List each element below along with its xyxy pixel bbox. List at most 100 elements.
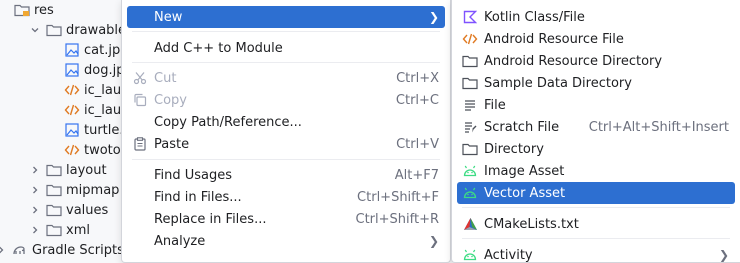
context-menu: New ❯ Add C++ to Module Cut Ctrl+X Copy … bbox=[121, 0, 451, 263]
image-file-icon bbox=[64, 62, 80, 78]
submenu-item-kotlin-class-file[interactable]: Kotlin Class/File bbox=[457, 6, 735, 28]
menu-separator bbox=[132, 31, 440, 32]
menu-item-new[interactable]: New ❯ bbox=[127, 6, 445, 28]
tree-item-cat[interactable]: cat.jpg bbox=[64, 40, 128, 60]
tree-item-dog[interactable]: dog.jpg bbox=[64, 60, 128, 80]
chevron-right-icon: ❯ bbox=[718, 248, 729, 262]
menu-item-label: Analyze bbox=[154, 233, 206, 249]
submenu-item-scratch-file[interactable]: Scratch File Ctrl+Alt+Shift+Insert bbox=[457, 116, 735, 138]
menu-item-find-usages[interactable]: Find Usages Alt+F7 bbox=[127, 164, 445, 186]
folder-res-icon bbox=[14, 2, 30, 18]
tree-item-ic-launcher-1[interactable]: ic_laun bbox=[64, 80, 128, 100]
folder-icon bbox=[46, 222, 62, 238]
chevron-right-icon[interactable] bbox=[28, 203, 42, 217]
submenu-item-label: Kotlin Class/File bbox=[484, 9, 585, 25]
submenu-item-sample-data-directory[interactable]: Sample Data Directory bbox=[457, 72, 735, 94]
submenu-item-directory[interactable]: Directory bbox=[457, 138, 735, 160]
clipboard-icon bbox=[132, 136, 148, 152]
menu-item-label: Add C++ to Module bbox=[154, 40, 283, 56]
menu-item-label: Cut bbox=[154, 70, 177, 86]
gradle-icon bbox=[12, 242, 28, 258]
shortcut-label: Ctrl+C bbox=[395, 92, 439, 108]
new-submenu: Kotlin Class/File Android Resource File … bbox=[451, 0, 740, 263]
submenu-item-label: Image Asset bbox=[484, 163, 565, 179]
shortcut-label: Ctrl+Shift+F bbox=[357, 189, 439, 205]
submenu-item-label: Sample Data Directory bbox=[484, 75, 632, 91]
submenu-item-label: Android Resource Directory bbox=[484, 53, 663, 69]
folder-icon bbox=[46, 182, 62, 198]
tree-item-label: values bbox=[66, 202, 109, 218]
shortcut-label: Alt+F7 bbox=[394, 167, 439, 183]
chevron-right-icon: ❯ bbox=[428, 234, 439, 248]
tree-item-mipmap[interactable]: mipmap bbox=[28, 180, 119, 200]
submenu-item-label: Scratch File bbox=[484, 119, 560, 135]
tree-item-xml[interactable]: xml bbox=[28, 220, 90, 240]
menu-item-copy[interactable]: Copy Ctrl+C bbox=[127, 89, 445, 111]
xml-resource-icon bbox=[462, 31, 478, 47]
image-file-icon bbox=[64, 122, 80, 138]
folder-icon bbox=[46, 22, 62, 38]
tree-item-values[interactable]: values bbox=[28, 200, 108, 220]
menu-item-replace-in-files[interactable]: Replace in Files... Ctrl+Shift+R bbox=[127, 208, 445, 230]
kotlin-icon bbox=[462, 9, 478, 25]
submenu-item-file[interactable]: File bbox=[457, 94, 735, 116]
scissors-icon bbox=[132, 70, 148, 86]
file-lines-icon bbox=[462, 97, 478, 113]
android-icon bbox=[462, 185, 478, 201]
xml-file-icon bbox=[64, 102, 80, 118]
submenu-item-activity[interactable]: Activity ❯ bbox=[457, 244, 735, 263]
menu-item-cut[interactable]: Cut Ctrl+X bbox=[127, 67, 445, 89]
tree-item-label: mipmap bbox=[66, 182, 120, 198]
menu-separator bbox=[462, 207, 730, 208]
menu-item-label: New bbox=[154, 9, 183, 25]
tree-item-label: Gradle Scripts bbox=[32, 242, 124, 258]
submenu-item-label: Directory bbox=[484, 141, 544, 157]
scratch-file-icon bbox=[462, 119, 478, 135]
tree-item-ic-launcher-2[interactable]: ic_laun bbox=[64, 100, 128, 120]
tree-item-drawable[interactable]: drawable bbox=[28, 20, 126, 40]
menu-item-analyze[interactable]: Analyze ❯ bbox=[127, 230, 445, 252]
xml-file-icon bbox=[64, 142, 80, 158]
menu-item-paste[interactable]: Paste Ctrl+V bbox=[127, 133, 445, 155]
image-file-icon bbox=[64, 42, 80, 58]
tree-item-label: res bbox=[34, 2, 54, 18]
submenu-item-cmakelists[interactable]: CMakeLists.txt bbox=[457, 213, 735, 235]
android-icon bbox=[462, 247, 478, 263]
chevron-right-icon[interactable] bbox=[28, 223, 42, 237]
menu-item-find-in-files[interactable]: Find in Files... Ctrl+Shift+F bbox=[127, 186, 445, 208]
tree-item-res[interactable]: res bbox=[14, 0, 54, 20]
tree-item-label: twoto bbox=[84, 142, 121, 158]
shortcut-label: Ctrl+Shift+R bbox=[355, 211, 440, 227]
folder-icon bbox=[462, 75, 478, 91]
submenu-item-label: CMakeLists.txt bbox=[484, 216, 579, 232]
submenu-item-vector-asset[interactable]: Vector Asset bbox=[457, 182, 735, 204]
chevron-right-icon[interactable] bbox=[28, 163, 42, 177]
menu-item-label: Find in Files... bbox=[154, 189, 242, 205]
menu-separator bbox=[462, 238, 730, 239]
tree-item-gradle-scripts[interactable]: Gradle Scripts bbox=[0, 240, 124, 260]
chevron-right-icon[interactable] bbox=[28, 183, 42, 197]
submenu-item-label: Activity bbox=[484, 247, 533, 263]
tree-item-label: layout bbox=[66, 162, 107, 178]
shortcut-label: Ctrl+X bbox=[396, 70, 439, 86]
menu-item-label: Paste bbox=[154, 136, 190, 152]
submenu-item-image-asset[interactable]: Image Asset bbox=[457, 160, 735, 182]
submenu-item-android-resource-file[interactable]: Android Resource File bbox=[457, 28, 735, 50]
shortcut-label: Ctrl+Alt+Shift+Insert bbox=[588, 119, 729, 135]
chevron-down-icon[interactable] bbox=[28, 23, 42, 37]
android-icon bbox=[462, 163, 478, 179]
cmake-icon bbox=[462, 216, 478, 232]
menu-item-label: Copy bbox=[154, 92, 187, 108]
tree-item-twoto[interactable]: twoto bbox=[64, 140, 121, 160]
project-tree: res drawable cat.jpg dog.jpg ic_laun ic_… bbox=[0, 0, 128, 263]
submenu-item-android-resource-directory[interactable]: Android Resource Directory bbox=[457, 50, 735, 72]
copy-icon bbox=[132, 92, 148, 108]
tree-item-label: drawable bbox=[66, 22, 127, 38]
chevron-right-icon[interactable] bbox=[0, 243, 8, 257]
tree-item-turtle[interactable]: turtle. bbox=[64, 120, 124, 140]
menu-item-add-cpp-to-module[interactable]: Add C++ to Module bbox=[127, 37, 445, 59]
tree-item-layout[interactable]: layout bbox=[28, 160, 107, 180]
menu-item-copy-path-reference[interactable]: Copy Path/Reference... bbox=[127, 111, 445, 133]
tree-item-label: xml bbox=[66, 222, 90, 238]
menu-item-label: Copy Path/Reference... bbox=[154, 114, 302, 130]
